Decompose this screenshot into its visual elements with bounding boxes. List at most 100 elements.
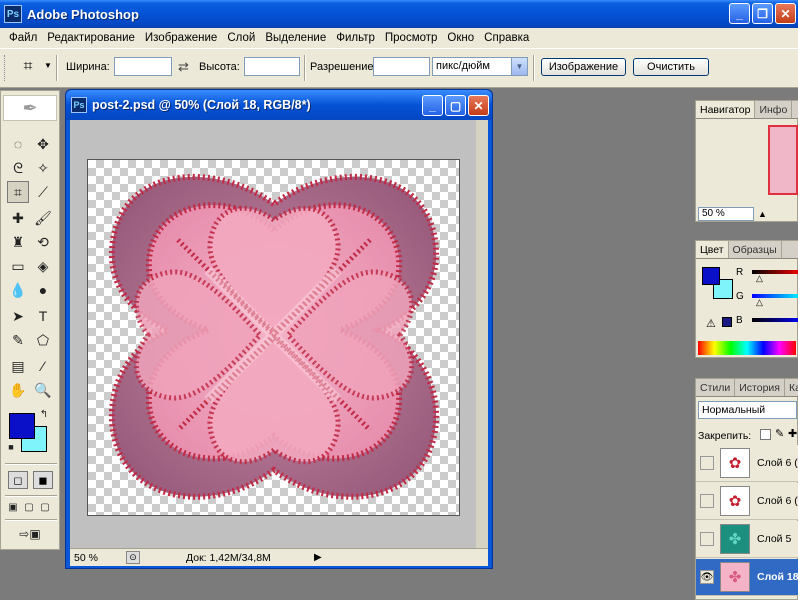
menu-window[interactable]: Окно <box>442 32 479 44</box>
menu-image[interactable]: Изображение <box>140 32 222 44</box>
pen-tool-icon[interactable]: ✎ <box>7 329 29 351</box>
path-selection-tool-icon[interactable]: ➤ <box>7 305 29 327</box>
menu-edit[interactable]: Редактирование <box>42 32 140 44</box>
status-arrow-icon[interactable]: ▶ <box>314 552 322 563</box>
magic-wand-tool-icon[interactable]: ✧ <box>32 157 54 179</box>
document-minimize-button[interactable]: _ <box>422 95 443 116</box>
layer-row[interactable]: ✿ Слой 6 ( <box>696 483 798 520</box>
crop-tool-icon[interactable]: ⌗ <box>7 181 29 203</box>
paint-bucket-tool-icon[interactable]: ◈ <box>32 255 54 277</box>
gamut-warning-icon[interactable]: ⚠ <box>706 317 716 330</box>
eyedropper-tool-icon[interactable]: ⁄ <box>32 355 54 377</box>
eraser-tool-icon[interactable]: ▭ <box>7 255 29 277</box>
menu-file[interactable]: Файл <box>4 32 42 44</box>
foreground-color-swatch[interactable] <box>9 413 35 439</box>
healing-brush-tool-icon[interactable]: ✚ <box>7 207 29 229</box>
swap-icon[interactable]: ⇄ <box>178 59 189 75</box>
document-close-button[interactable]: ✕ <box>468 95 489 116</box>
resolution-field[interactable] <box>373 57 430 76</box>
restore-button[interactable]: ❐ <box>752 3 773 24</box>
width-field[interactable] <box>114 57 172 76</box>
default-colors-icon[interactable]: ■ <box>5 441 17 453</box>
status-menu-icon[interactable]: ⊙ <box>126 551 140 564</box>
clear-button[interactable]: Очистить <box>633 58 709 76</box>
web-safe-swatch[interactable] <box>722 317 732 327</box>
blue-slider[interactable]: B <box>736 315 798 327</box>
options-bar-grip[interactable] <box>4 55 7 81</box>
red-slider[interactable]: R △ <box>736 267 798 283</box>
standard-screen-mode-icon[interactable]: ▣ <box>5 499 21 515</box>
menu-layer[interactable]: Слой <box>222 32 260 44</box>
layer-row[interactable]: ✿ Слой 6 ( <box>696 445 798 482</box>
zoom-out-icon[interactable]: ▲ <box>758 209 767 219</box>
history-brush-tool-icon[interactable]: ⟲ <box>32 231 54 253</box>
blur-tool-icon[interactable]: 💧 <box>7 279 29 301</box>
width-label: Ширина: <box>66 61 110 73</box>
menu-view[interactable]: Просмотр <box>380 32 443 44</box>
eye-icon[interactable]: 👁 <box>700 570 714 584</box>
canvas-area[interactable] <box>70 120 488 548</box>
green-slider-handle[interactable]: △ <box>756 297 763 308</box>
visibility-toggle[interactable] <box>700 494 714 508</box>
menu-help[interactable]: Справка <box>479 32 534 44</box>
image-canvas[interactable] <box>87 159 460 516</box>
swap-colors-icon[interactable]: ↰ <box>37 407 51 421</box>
close-button[interactable]: ✕ <box>775 3 796 24</box>
marquee-tool-icon[interactable]: ◌ <box>7 133 29 155</box>
visibility-toggle[interactable] <box>700 456 714 470</box>
tab-history[interactable]: История <box>735 379 785 396</box>
full-screen-mode-icon[interactable]: ▢ <box>37 499 53 515</box>
color-ramp[interactable] <box>698 341 796 355</box>
full-screen-menu-mode-icon[interactable]: ▢ <box>21 499 37 515</box>
crop-tool-icon[interactable]: ⌗ <box>18 58 38 78</box>
tab-swatches[interactable]: Образцы <box>729 241 782 258</box>
navigator-thumbnail[interactable] <box>768 125 798 195</box>
minimize-button[interactable]: _ <box>729 3 750 24</box>
menu-select[interactable]: Выделение <box>260 32 331 44</box>
move-tool-icon[interactable]: ✥ <box>32 133 54 155</box>
blend-mode-select[interactable]: Нормальный <box>698 401 797 419</box>
brush-tool-icon[interactable]: 🖌 <box>32 207 54 229</box>
tool-preset-dropdown-icon[interactable]: ▼ <box>44 61 52 70</box>
tab-styles[interactable]: Стили <box>696 379 736 396</box>
tab-channels[interactable]: Ка <box>785 379 798 396</box>
document-maximize-button[interactable]: ▢ <box>445 95 466 116</box>
color-panel: Цвет Образцы R △ G △ B ⚠ <box>695 240 798 358</box>
quick-mask-mode-button[interactable]: ◼ <box>33 471 53 489</box>
navigator-zoom-field[interactable]: 50 % <box>698 207 754 221</box>
zoom-level[interactable]: 50 % <box>74 552 98 564</box>
divider <box>533 55 535 81</box>
lock-brush-icon[interactable]: ✎ <box>775 427 784 440</box>
tab-navigator[interactable]: Навигатор <box>696 101 756 118</box>
color-foreground-swatch[interactable] <box>702 267 720 285</box>
notes-tool-icon[interactable]: ▤ <box>7 355 29 377</box>
hand-tool-icon[interactable]: ✋ <box>7 379 29 401</box>
layer-row[interactable]: ✤ Слой 5 <box>696 521 798 558</box>
front-image-button[interactable]: Изображение <box>541 58 626 76</box>
layer-row-selected[interactable]: 👁 ✤ Слой 18 <box>696 559 798 596</box>
standard-mode-button[interactable]: ◻ <box>8 471 28 489</box>
tab-color[interactable]: Цвет <box>696 241 729 258</box>
zoom-tool-icon[interactable]: 🔍 <box>32 379 54 401</box>
menu-filter[interactable]: Фильтр <box>331 32 380 44</box>
dodge-tool-icon[interactable]: ● <box>32 279 54 301</box>
resolution-units-select[interactable]: пикс/дюйм ▼ <box>432 57 528 76</box>
slice-tool-icon[interactable]: ⟋ <box>32 181 54 203</box>
lock-move-icon[interactable]: ✚ <box>788 427 797 440</box>
lock-transparency-icon[interactable] <box>760 429 771 440</box>
green-slider[interactable]: G △ <box>736 291 798 307</box>
channel-g-label: G <box>736 291 744 302</box>
visibility-toggle[interactable] <box>700 532 714 546</box>
document-title-bar[interactable]: Ps post-2.psd @ 50% (Слой 18, RGB/8*) _ … <box>66 90 492 120</box>
red-slider-handle[interactable]: △ <box>756 273 763 284</box>
vertical-scrollbar[interactable] <box>476 120 488 548</box>
type-tool-icon[interactable]: T <box>32 305 54 327</box>
tab-info[interactable]: Инфо <box>755 101 793 118</box>
shape-tool-icon[interactable]: ⬠ <box>32 329 54 351</box>
jump-to-imageready-icon[interactable]: ⇨▣ <box>7 525 53 543</box>
lasso-tool-icon[interactable]: ᘓ <box>7 157 29 179</box>
clone-stamp-tool-icon[interactable]: ♜ <box>7 231 29 253</box>
height-field[interactable] <box>244 57 300 76</box>
feather-logo-icon[interactable]: ✒ <box>3 95 57 121</box>
app-title-bar[interactable]: Ps Adobe Photoshop _ ❐ ✕ <box>0 0 798 28</box>
